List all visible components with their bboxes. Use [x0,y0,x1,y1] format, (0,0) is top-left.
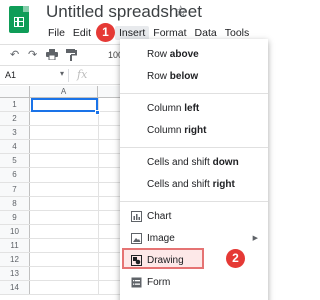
row-header[interactable]: 3 [0,126,30,140]
form-icon [131,277,142,288]
row-header[interactable]: 2 [0,112,30,126]
row-header[interactable]: 13 [0,267,30,281]
row-header[interactable]: 1 [0,98,30,112]
menu-divider [120,147,268,148]
row-header[interactable]: 10 [0,224,30,238]
drawing-highlight-label[interactable]: Drawing [120,250,268,272]
menu-file[interactable]: File [44,26,69,40]
submenu-arrow-icon: ▶ [252,235,258,242]
column-header-a[interactable]: A [30,86,98,98]
menu-format[interactable]: Format [149,26,190,40]
menu-item-chart[interactable]: Chart [120,206,268,228]
fill-handle[interactable] [95,110,100,115]
row-header[interactable]: 4 [0,140,30,154]
star-icon[interactable]: ☆ [174,2,187,20]
menu-divider [120,201,268,202]
menu-item-image[interactable]: Image ▶ [120,228,268,250]
row-header[interactable]: 14 [0,281,30,295]
menu-divider [120,93,268,94]
divider [68,69,69,82]
undo-icon[interactable]: ↶ [10,49,19,61]
paint-format-icon[interactable] [66,49,77,64]
name-box-dropdown-icon[interactable]: ▾ [60,69,64,78]
name-box[interactable]: A1 [5,70,16,80]
fx-icon: fx [77,68,88,81]
image-icon [131,233,142,244]
menu-item-row-above[interactable]: Row above [120,44,268,66]
row-header[interactable]: 7 [0,182,30,196]
print-icon[interactable] [46,49,58,63]
row-header[interactable]: 8 [0,196,30,210]
row-header[interactable]: 9 [0,210,30,224]
sheets-logo-icon[interactable] [9,6,29,33]
menu-item-row-below[interactable]: Row below [120,66,268,88]
menu-item-column-right[interactable]: Column right [120,120,268,142]
row-header[interactable]: 12 [0,253,30,267]
menu-insert[interactable]: Insert [115,26,150,40]
menu-item-form[interactable]: Form [120,272,268,294]
row-header[interactable]: 11 [0,238,30,253]
select-all-corner[interactable] [0,86,30,98]
row-header[interactable]: 5 [0,154,30,168]
menu-tools[interactable]: Tools [221,26,254,40]
drawing-icon [131,255,142,266]
menu-item-cells-shift-right[interactable]: Cells and shift right [120,174,268,196]
redo-icon[interactable]: ↷ [28,49,37,61]
selected-cell-a1[interactable] [31,98,98,112]
row-header[interactable]: 6 [0,168,30,182]
step-callout-1: 1 [96,23,115,42]
menubar: File Edit Insert Format Data Tools [44,26,253,40]
menu-item-column-left[interactable]: Column left [120,98,268,120]
menu-data[interactable]: Data [191,26,221,40]
menu-item-cells-shift-down[interactable]: Cells and shift down [120,152,268,174]
chart-icon [131,211,142,222]
menu-edit[interactable]: Edit [69,26,95,40]
